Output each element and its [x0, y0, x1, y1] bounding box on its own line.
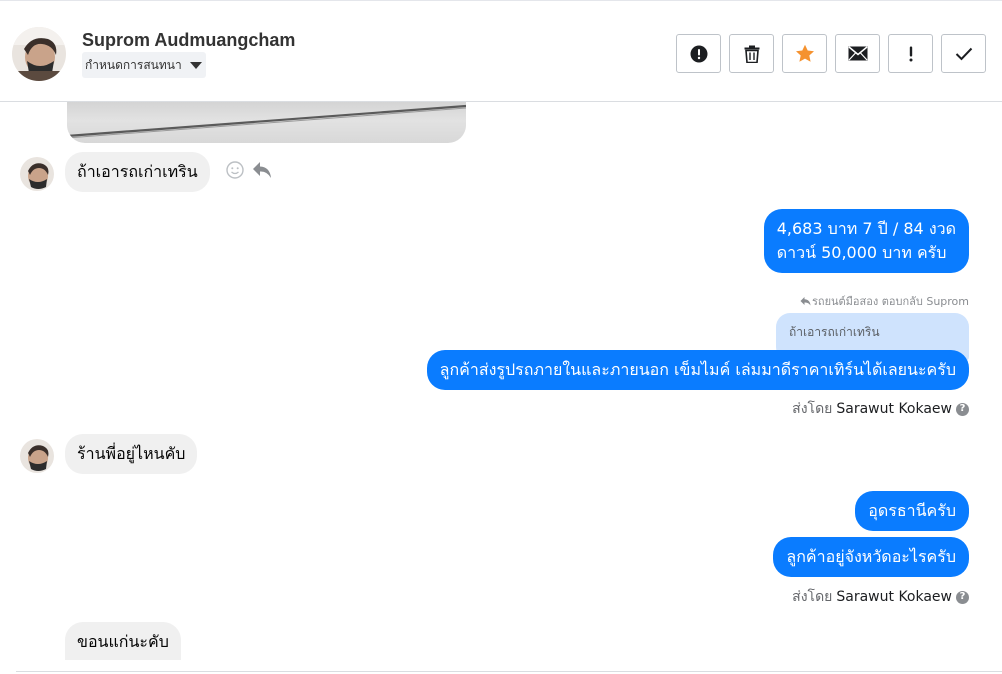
star-button[interactable] [782, 34, 827, 73]
incoming-message: ร้านพี่อยู่ไหนคับ [65, 434, 198, 474]
assign-conversation-label: กำหนดการสนทนา [85, 57, 182, 72]
mark-spam-button[interactable] [676, 34, 721, 73]
conversation-toolbar [676, 34, 986, 73]
incoming-message: ขอนแก่นะคับ [65, 622, 181, 660]
image-attachment[interactable] [67, 102, 466, 143]
star-icon [795, 44, 814, 62]
outgoing-message: ลูกค้าอยู่จังหวัดอะไรครับ [773, 537, 969, 577]
customer-avatar-small [20, 439, 54, 473]
reply-icon [800, 297, 811, 306]
caret-down-icon [189, 61, 202, 69]
help-icon[interactable]: ? [956, 402, 969, 416]
sent-by: ส่งโดย Sarawut Kokaew ? [792, 586, 969, 608]
message-actions [226, 161, 272, 179]
assign-conversation-dropdown[interactable]: กำหนดการสนทนา [82, 52, 206, 78]
mark-unread-button[interactable] [835, 34, 880, 73]
customer-avatar-small [20, 157, 54, 191]
customer-avatar[interactable] [12, 27, 66, 81]
delete-button[interactable] [729, 34, 774, 73]
sent-by: ส่งโดย Sarawut Kokaew ? [792, 398, 969, 420]
react-emoji-icon[interactable] [226, 161, 244, 179]
sent-by-label: ส่งโดย [792, 589, 833, 605]
mail-icon [848, 46, 867, 61]
help-icon[interactable]: ? [956, 590, 969, 604]
mark-done-button[interactable] [941, 34, 986, 73]
incoming-message: ถ้าเอารถเก่าเทริน [65, 152, 210, 192]
outgoing-message: ลูกค้าส่งรูปรถภายในและภายนอก เข็มไมค์ เล… [426, 350, 969, 390]
trash-icon [744, 45, 759, 63]
follow-up-button[interactable] [888, 34, 933, 73]
outgoing-message: 4,683 บาท 7 ปี / 84 งวด ดาวน์ 50,000 บาท… [763, 209, 969, 273]
conversation-header: Suprom Audmuangcham กำหนดการสนทนา [0, 0, 1002, 102]
alert-circle-icon [690, 45, 707, 62]
reply-reference: รถยนต์มือสอง ตอบกลับ Suprom [800, 292, 969, 310]
exclamation-icon [909, 46, 912, 61]
sent-by-agent[interactable]: Sarawut Kokaew [836, 589, 952, 605]
reply-icon[interactable] [252, 161, 272, 179]
customer-name: Suprom Audmuangcham [82, 30, 296, 50]
sent-by-agent[interactable]: Sarawut Kokaew [836, 401, 952, 417]
composer-divider [16, 671, 1002, 672]
check-icon [955, 47, 972, 60]
sent-by-label: ส่งโดย [792, 401, 833, 417]
reply-reference-text: รถยนต์มือสอง ตอบกลับ Suprom [812, 295, 969, 308]
message-line: 4,683 บาท 7 ปี / 84 งวด [776, 219, 956, 238]
outgoing-message: อุดรธานีครับ [855, 491, 969, 531]
message-line: ดาวน์ 50,000 บาท ครับ [776, 243, 947, 262]
